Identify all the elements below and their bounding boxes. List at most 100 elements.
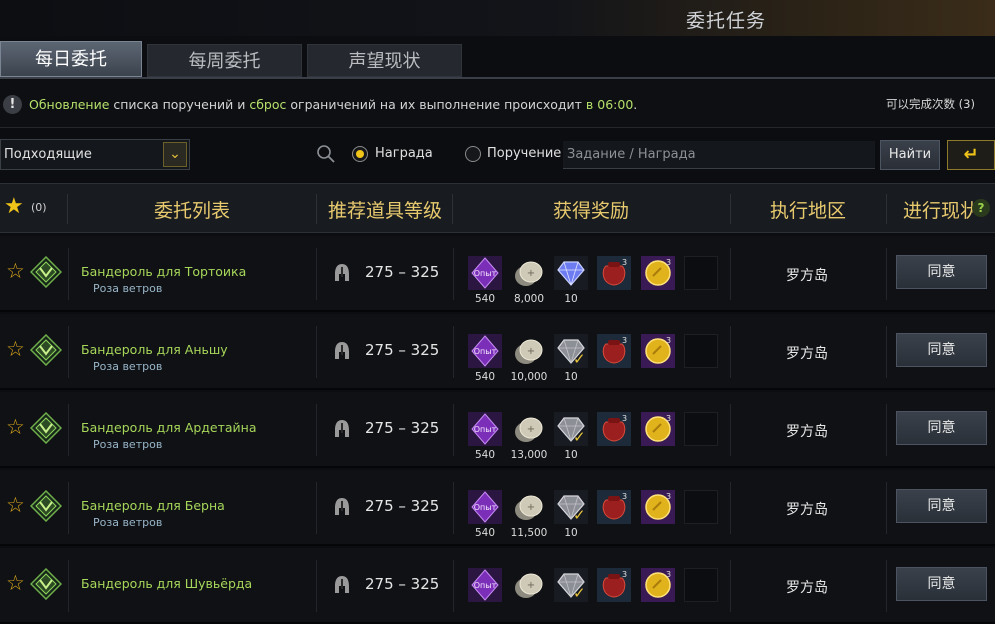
accept-button[interactable]: 同意 bbox=[896, 411, 987, 445]
row-divider bbox=[886, 326, 887, 378]
helmet-icon bbox=[335, 264, 349, 281]
reward-exp-value: 540 bbox=[474, 527, 496, 539]
reward-count-badge: 3 bbox=[666, 492, 672, 501]
table-row[interactable]: ☆ Бандероль для Тортоика Роза ветров 275… bbox=[0, 236, 995, 312]
empty-reward-slot bbox=[684, 256, 718, 290]
row-divider bbox=[886, 248, 887, 300]
row-divider bbox=[886, 404, 887, 456]
svg-text:Опыт: Опыт bbox=[474, 269, 497, 278]
exp-crystal-icon[interactable]: Опыт bbox=[468, 256, 502, 290]
chevron-down-icon[interactable]: ⌄ bbox=[163, 142, 187, 167]
col-region[interactable]: 执行地区 bbox=[770, 196, 846, 223]
row-divider bbox=[68, 326, 69, 378]
tab-reputation[interactable]: 声望现状 bbox=[307, 44, 462, 77]
help-icon[interactable]: ? bbox=[972, 199, 990, 217]
silver-coins-icon[interactable]: + bbox=[512, 334, 546, 368]
star-icon[interactable]: ☆ bbox=[6, 495, 25, 516]
table-row[interactable]: ☆ Бандероль для Шувьёрда 275 – 325 Опыт bbox=[0, 548, 995, 624]
search-icon bbox=[317, 145, 335, 163]
quest-region: 罗方岛 bbox=[786, 580, 828, 596]
row-divider bbox=[886, 560, 887, 612]
col-rewards: 获得奖励 bbox=[553, 200, 630, 222]
exp-crystal-icon[interactable]: Опыт bbox=[468, 334, 502, 368]
quest-name: Бандероль для Тортоика bbox=[81, 264, 247, 279]
radio-task-label[interactable]: Поручение bbox=[487, 146, 561, 161]
empty-reward-slot bbox=[684, 490, 718, 524]
accept-button[interactable]: 同意 bbox=[896, 333, 987, 367]
reset-icon[interactable]: ↵ bbox=[947, 140, 995, 170]
svg-text:Опыт: Опыт bbox=[474, 425, 497, 434]
svg-text:Опыт: Опыт bbox=[474, 503, 497, 512]
quest-emblem-icon bbox=[30, 256, 62, 288]
reward-count-badge: 3 bbox=[622, 258, 628, 267]
silver-coins-icon[interactable]: + bbox=[512, 412, 546, 446]
star-icon[interactable]: ☆ bbox=[6, 261, 25, 282]
quest-name: Бандероль для Берна bbox=[81, 498, 225, 513]
table-header: ★ (0) 委托列表 推荐道具等级 获得奖励 执行地区 进行现状 ? bbox=[0, 183, 995, 233]
row-divider bbox=[453, 404, 454, 456]
table-row[interactable]: ☆ Бандероль для Аньшу Роза ветров 275 – … bbox=[0, 314, 995, 390]
star-icon[interactable]: ☆ bbox=[6, 417, 25, 438]
favorite-count: (0) bbox=[31, 201, 47, 214]
search-input[interactable] bbox=[563, 141, 875, 169]
tab-daily[interactable]: 每日委托 bbox=[0, 41, 142, 77]
header-divider bbox=[886, 194, 887, 224]
reward-gem-value: 10 bbox=[564, 371, 578, 383]
quest-source: Роза ветров bbox=[93, 282, 163, 295]
reward-count-badge: 3 bbox=[622, 570, 628, 579]
row-divider bbox=[730, 326, 731, 378]
exp-crystal-icon[interactable]: Опыт bbox=[468, 412, 502, 446]
reward-count-badge: 3 bbox=[622, 492, 628, 501]
row-divider bbox=[730, 404, 731, 456]
find-button[interactable]: Найти bbox=[880, 140, 940, 170]
claimed-check-icon: ✓ bbox=[573, 584, 586, 602]
reward-exp-value: 540 bbox=[474, 449, 496, 461]
notice-segment: . bbox=[633, 97, 638, 112]
col-quest-list[interactable]: 委托列表 bbox=[154, 196, 230, 223]
quest-emblem-icon bbox=[30, 412, 62, 444]
accept-button[interactable]: 同意 bbox=[896, 567, 987, 601]
svg-text:+: + bbox=[527, 502, 535, 513]
reward-gem-value: 10 bbox=[564, 293, 578, 305]
gem-icon[interactable] bbox=[554, 256, 588, 290]
radio-reward-label[interactable]: Награда bbox=[375, 146, 433, 161]
star-icon[interactable]: ☆ bbox=[6, 339, 25, 360]
reward-count-badge: 3 bbox=[622, 336, 628, 345]
table-row[interactable]: ☆ Бандероль для Ардетайна Роза ветров 27… bbox=[0, 392, 995, 468]
row-divider bbox=[316, 248, 317, 300]
tab-weekly[interactable]: 每周委托 bbox=[147, 44, 302, 77]
exp-crystal-icon[interactable]: Опыт bbox=[468, 490, 502, 524]
star-icon[interactable]: ☆ bbox=[6, 573, 25, 594]
svg-text:+: + bbox=[527, 580, 535, 591]
title-bar: 委托任务 bbox=[0, 0, 995, 36]
row-divider bbox=[316, 482, 317, 534]
quest-source: Роза ветров bbox=[93, 516, 163, 529]
svg-text:Опыт: Опыт bbox=[474, 581, 497, 590]
exp-crystal-icon[interactable]: Опыт bbox=[468, 568, 502, 602]
helmet-icon bbox=[335, 420, 349, 437]
notice-highlight-reset: сброс bbox=[249, 97, 287, 112]
notice-highlight-update: Обновление bbox=[29, 97, 110, 112]
accept-button[interactable]: 同意 bbox=[896, 489, 987, 523]
col-progress: 进行现状 bbox=[903, 200, 973, 222]
silver-coins-icon[interactable]: + bbox=[512, 568, 546, 602]
radio-reward[interactable] bbox=[352, 146, 368, 162]
notice-segment: списка поручений и bbox=[109, 97, 250, 112]
claimed-check-icon: ✓ bbox=[573, 350, 586, 368]
empty-reward-slot bbox=[684, 334, 718, 368]
reward-silver-value: 10,000 bbox=[510, 371, 548, 383]
helmet-icon bbox=[335, 576, 349, 593]
notice-highlight-time: в 06:00 bbox=[585, 97, 634, 112]
accept-button[interactable]: 同意 bbox=[896, 255, 987, 289]
star-icon[interactable]: ★ bbox=[4, 196, 24, 218]
quest-region: 罗方岛 bbox=[786, 424, 828, 440]
quest-name: Бандероль для Аньшу bbox=[81, 342, 228, 357]
filter-dropdown[interactable]: Подходящие ⌄ bbox=[0, 139, 190, 170]
radio-task[interactable] bbox=[465, 146, 481, 162]
quest-source: Роза ветров bbox=[93, 438, 163, 451]
col-item-level[interactable]: 推荐道具等级 bbox=[328, 196, 442, 223]
header-divider bbox=[67, 194, 68, 224]
table-row[interactable]: ☆ Бандероль для Берна Роза ветров 275 – … bbox=[0, 470, 995, 546]
silver-coins-icon[interactable]: + bbox=[512, 490, 546, 524]
silver-coins-icon[interactable]: + bbox=[512, 256, 546, 290]
